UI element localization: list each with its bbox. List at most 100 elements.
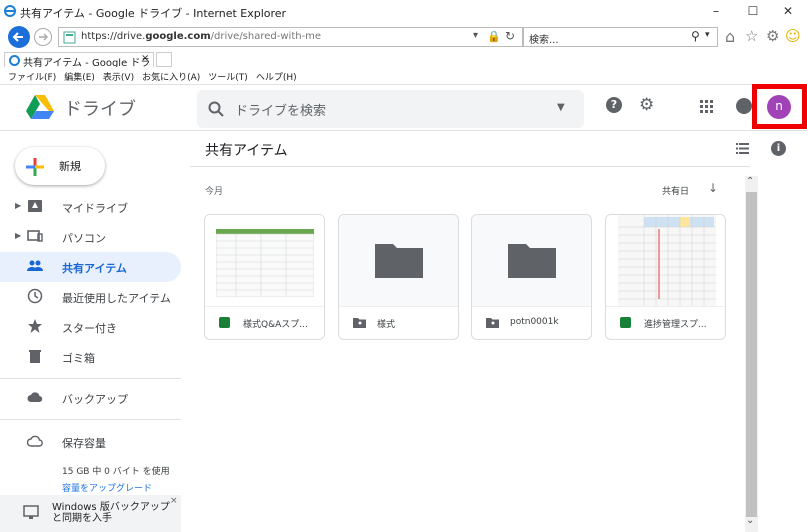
- search-icon[interactable]: [208, 101, 224, 117]
- sidebar-item-recent[interactable]: 最近使用したアイテム: [0, 282, 181, 312]
- divider: [0, 419, 181, 420]
- sort-direction-icon[interactable]: ↓: [708, 181, 718, 195]
- scroll-up-arrow-icon[interactable]: ⌃: [746, 176, 754, 187]
- info-icon[interactable]: i: [771, 141, 786, 156]
- close-window-button[interactable]: ✕: [778, 4, 798, 18]
- plus-icon: [26, 158, 44, 176]
- expand-arrow-icon[interactable]: ▶: [15, 231, 21, 240]
- promo-line-1: Windows 版バックアップ: [52, 502, 170, 513]
- sidebar: 新規 ▶ マイドライブ ▶ パソコン 共有アイテム 最近使用したアイテム スター…: [0, 131, 190, 532]
- file-card[interactable]: 様式: [338, 214, 459, 340]
- file-name: potn0001k: [510, 317, 559, 327]
- menu-help[interactable]: ヘルプ(H): [256, 70, 297, 83]
- expand-arrow-icon[interactable]: ▶: [15, 201, 21, 210]
- menu-favorites[interactable]: お気に入り(A): [142, 70, 200, 83]
- computer-icon: [27, 230, 43, 242]
- drive-search-bar[interactable]: ドライブを検索 ▼: [197, 90, 584, 128]
- sidebar-item-label: マイドライブ: [62, 202, 128, 215]
- browser-search-box[interactable]: 検索... ⚲ ▾: [522, 27, 718, 47]
- tab-close-icon[interactable]: ×: [141, 53, 149, 64]
- scrollbar-thumb[interactable]: [746, 192, 757, 517]
- address-dropdown-icon[interactable]: ▾: [473, 30, 478, 41]
- promo-close-icon[interactable]: ×: [170, 496, 178, 506]
- search-options-icon[interactable]: ▼: [557, 102, 565, 113]
- sidebar-item-label: バックアップ: [62, 393, 128, 406]
- back-button[interactable]: [8, 26, 30, 48]
- sidebar-item-my-drive[interactable]: ▶ マイドライブ: [0, 192, 181, 222]
- sidebar-item-label: 共有アイテム: [62, 262, 127, 275]
- shared-folder-icon: [353, 318, 366, 328]
- window-title: 共有アイテム - Google ドライブ - Internet Explorer: [20, 7, 287, 20]
- new-tab-button[interactable]: [156, 52, 172, 67]
- spreadsheet-preview: [216, 229, 314, 297]
- shared-folder-icon: [486, 318, 499, 328]
- apps-grid-icon[interactable]: [700, 100, 714, 114]
- drive-search-placeholder: ドライブを検索: [235, 104, 327, 119]
- folder-icon: [375, 244, 423, 278]
- upgrade-storage-link[interactable]: 容量をアップグレード: [62, 481, 152, 494]
- sort-label[interactable]: 共有日: [662, 184, 689, 197]
- file-thumbnail: [205, 215, 324, 307]
- help-icon[interactable]: ?: [606, 97, 622, 113]
- menu-view[interactable]: 表示(V): [103, 70, 134, 83]
- scroll-down-arrow-icon[interactable]: ⌄: [746, 515, 754, 526]
- menu-edit[interactable]: 編集(E): [64, 70, 95, 83]
- menu-file[interactable]: ファイル(F): [8, 70, 56, 83]
- sidebar-item-label: スター付き: [62, 322, 117, 335]
- page-icon: [63, 31, 76, 44]
- home-icon[interactable]: ⌂: [725, 27, 735, 46]
- spreadsheet-preview: [618, 215, 716, 306]
- maximize-button[interactable]: ☐: [743, 4, 763, 18]
- minimize-button[interactable]: –: [706, 4, 726, 18]
- favorites-star-icon[interactable]: ☆: [745, 27, 758, 45]
- cloud-icon: [27, 392, 43, 403]
- file-name: 進捗管理スプ...: [644, 320, 707, 330]
- lock-icon[interactable]: 🔒: [487, 30, 501, 43]
- sidebar-item-label: ゴミ箱: [62, 352, 95, 365]
- clock-icon: [27, 288, 43, 304]
- highlight-box: [752, 84, 807, 129]
- sidebar-item-trash[interactable]: ゴミ箱: [0, 342, 181, 372]
- drive-header: ドライブ ドライブを検索 ▼ ? ⚙ n: [0, 85, 807, 131]
- file-thumbnail: [472, 215, 591, 307]
- sidebar-item-shared-with-me[interactable]: 共有アイテム: [0, 252, 181, 282]
- promo-line-2: と同期を入手: [52, 513, 112, 524]
- menu-tools[interactable]: ツール(T): [208, 70, 248, 83]
- search-dropdown-icon[interactable]: ▾: [705, 30, 710, 40]
- sidebar-item-backups[interactable]: バックアップ: [0, 383, 181, 413]
- sidebar-item-label: 最近使用したアイテム: [62, 292, 171, 305]
- file-name: 様式: [377, 320, 396, 330]
- spreadsheet-icon: [219, 317, 230, 328]
- sidebar-item-computers[interactable]: ▶ パソコン: [0, 222, 181, 252]
- page-title: 共有アイテム: [205, 143, 288, 159]
- file-card[interactable]: potn0001k: [471, 214, 592, 340]
- file-card[interactable]: 進捗管理スプ...: [605, 214, 726, 340]
- divider: [0, 378, 181, 379]
- list-view-icon[interactable]: [736, 143, 749, 154]
- notifications-icon[interactable]: [736, 98, 752, 114]
- settings-icon[interactable]: ⚙: [639, 95, 654, 115]
- sidebar-item-storage[interactable]: 保存容量: [0, 427, 181, 457]
- file-card[interactable]: 様式Q&Aスプ...: [204, 214, 325, 340]
- cloud-outline-icon: [27, 435, 43, 447]
- browser-tab[interactable]: 共有アイテム - Google ドライブ ×: [4, 52, 154, 84]
- forward-button[interactable]: [34, 28, 52, 46]
- brand-name[interactable]: ドライブ: [64, 95, 136, 121]
- settings-gear-icon[interactable]: ⚙: [766, 27, 779, 45]
- trash-icon: [29, 350, 41, 363]
- search-icon[interactable]: ⚲: [691, 29, 700, 43]
- refresh-icon[interactable]: ↻: [505, 29, 515, 43]
- new-button[interactable]: 新規: [15, 147, 105, 185]
- spreadsheet-icon: [620, 317, 631, 328]
- storage-usage-text: 15 GB 中 0 バイト を使用: [62, 467, 170, 477]
- backup-sync-promo[interactable]: Windows 版バックアップ と同期を入手 ×: [0, 495, 181, 532]
- smiley-feedback-icon[interactable]: ☺: [785, 27, 801, 45]
- url-domain: google.com: [145, 31, 211, 42]
- file-thumbnail: [339, 215, 458, 307]
- address-bar[interactable]: https://drive.google.com/drive/shared-wi…: [58, 27, 524, 47]
- sidebar-item-label: パソコン: [62, 232, 106, 245]
- drive-logo-icon[interactable]: [26, 95, 54, 119]
- sidebar-item-starred[interactable]: スター付き: [0, 312, 181, 342]
- sidebar-item-label: 保存容量: [62, 437, 106, 450]
- main-content: 共有アイテム i 今月 共有日 ↓ 様式Q&Aスプ... 様式 potn0001…: [190, 131, 807, 532]
